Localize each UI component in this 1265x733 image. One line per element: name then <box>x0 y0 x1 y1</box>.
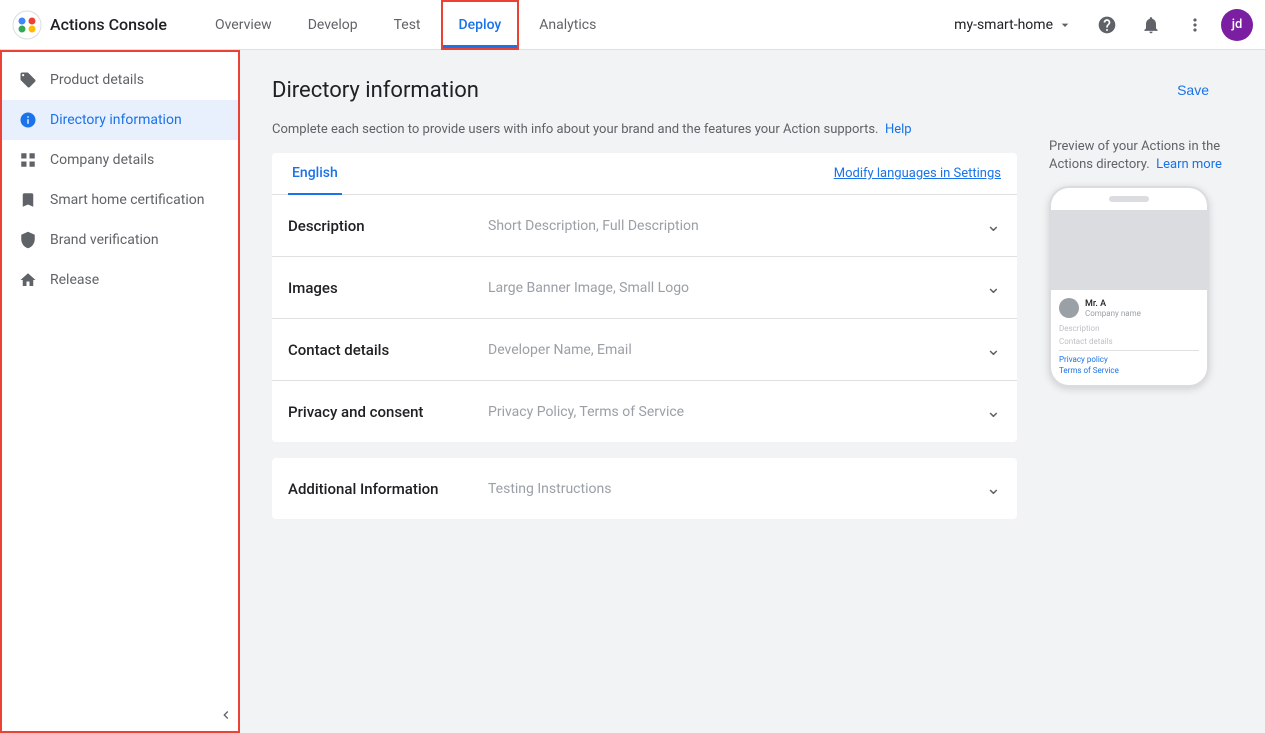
nav-develop[interactable]: Develop <box>292 0 374 50</box>
sidebar-item-brand-verification-label: Brand verification <box>50 232 159 248</box>
two-col-layout: Complete each section to provide users w… <box>272 122 1233 519</box>
phone-content: Mr. A Company name Description Contact d… <box>1051 290 1207 385</box>
sidebar: Product details Directory information Co… <box>0 50 240 733</box>
sidebar-item-release[interactable]: Release <box>2 260 238 300</box>
tag-icon <box>18 70 38 90</box>
bookmark-icon <box>18 190 38 210</box>
help-button[interactable] <box>1089 7 1125 43</box>
main-content: Directory information Save Complete each… <box>240 50 1265 733</box>
nav-links: Overview Develop Test Deploy Analytics <box>199 0 946 50</box>
section-additional-chevron: ⌄ <box>986 478 1001 499</box>
project-selector[interactable]: my-smart-home <box>946 13 1081 37</box>
more-options-button[interactable] <box>1177 7 1213 43</box>
section-privacy-chevron: ⌄ <box>986 401 1001 422</box>
main-col: Complete each section to provide users w… <box>272 122 1017 519</box>
help-icon <box>1097 15 1117 35</box>
section-description-chevron: ⌄ <box>986 215 1001 236</box>
more-vert-icon <box>1185 15 1205 35</box>
phone-divider <box>1059 350 1199 351</box>
language-tab-english[interactable]: English <box>288 153 342 195</box>
main-layout: Product details Directory information Co… <box>0 50 1265 733</box>
nav-overview[interactable]: Overview <box>199 0 288 50</box>
phone-avatar <box>1059 298 1079 318</box>
chevron-down-icon <box>1057 17 1073 33</box>
top-nav: Actions Console Overview Develop Test De… <box>0 0 1265 50</box>
nav-test[interactable]: Test <box>378 0 437 50</box>
section-images-chevron: ⌄ <box>986 277 1001 298</box>
learn-more-link[interactable]: Learn more <box>1156 157 1222 172</box>
section-contact-details[interactable]: Contact details Developer Name, Email ⌄ <box>272 319 1017 381</box>
phone-profile-text: Mr. A Company name <box>1085 299 1141 318</box>
nav-analytics[interactable]: Analytics <box>523 0 612 50</box>
nav-deploy[interactable]: Deploy <box>441 0 520 50</box>
save-button[interactable]: Save <box>1153 74 1233 106</box>
sidebar-item-brand-verification[interactable]: Brand verification <box>2 220 238 260</box>
sidebar-item-product-details[interactable]: Product details <box>2 60 238 100</box>
phone-speaker <box>1109 196 1149 202</box>
preview-phone: Mr. A Company name Description Contact d… <box>1049 186 1209 387</box>
sidebar-item-smart-home-certification[interactable]: Smart home certification <box>2 180 238 220</box>
preview-panel: Preview of your Actions in the Actions d… <box>1033 122 1233 519</box>
preview-title: Preview of your Actions in the Actions d… <box>1049 138 1233 174</box>
section-contact-chevron: ⌄ <box>986 339 1001 360</box>
section-privacy-consent[interactable]: Privacy and consent Privacy Policy, Term… <box>272 381 1017 442</box>
info-text: Complete each section to provide users w… <box>272 122 1017 137</box>
info-icon <box>18 110 38 130</box>
modify-languages-link[interactable]: Modify languages in Settings <box>834 166 1001 181</box>
sidebar-item-product-details-label: Product details <box>50 72 144 88</box>
sidebar-item-release-label: Release <box>50 272 99 288</box>
sidebar-collapse-button[interactable] <box>214 699 238 731</box>
sidebar-item-directory-information[interactable]: Directory information <box>2 100 238 140</box>
section-additional-information[interactable]: Additional Information Testing Instructi… <box>272 458 1017 519</box>
nav-right: my-smart-home jd <box>946 7 1253 43</box>
page-title: Directory information <box>272 78 479 103</box>
chevron-left-icon <box>218 707 234 723</box>
page-header: Directory information Save <box>272 74 1233 106</box>
language-tabs: English Modify languages in Settings <box>272 153 1017 195</box>
additional-information-card: Additional Information Testing Instructi… <box>272 458 1017 519</box>
sidebar-item-directory-information-label: Directory information <box>50 112 182 128</box>
help-link[interactable]: Help <box>885 122 912 137</box>
avatar[interactable]: jd <box>1221 9 1253 41</box>
sidebar-item-company-details-label: Company details <box>50 152 154 168</box>
phone-screen-banner <box>1051 210 1207 290</box>
sections-card: English Modify languages in Settings Des… <box>272 153 1017 442</box>
shield-icon <box>18 230 38 250</box>
notifications-button[interactable] <box>1133 7 1169 43</box>
section-images[interactable]: Images Large Banner Image, Small Logo ⌄ <box>272 257 1017 319</box>
phone-profile: Mr. A Company name <box>1059 298 1199 318</box>
section-description[interactable]: Description Short Description, Full Desc… <box>272 195 1017 257</box>
grid-icon <box>18 150 38 170</box>
release-icon <box>18 270 38 290</box>
sidebar-item-company-details[interactable]: Company details <box>2 140 238 180</box>
app-title: Actions Console <box>50 15 167 34</box>
sidebar-item-smart-home-certification-label: Smart home certification <box>50 192 204 208</box>
google-logo-icon <box>12 10 42 40</box>
bell-icon <box>1141 15 1161 35</box>
